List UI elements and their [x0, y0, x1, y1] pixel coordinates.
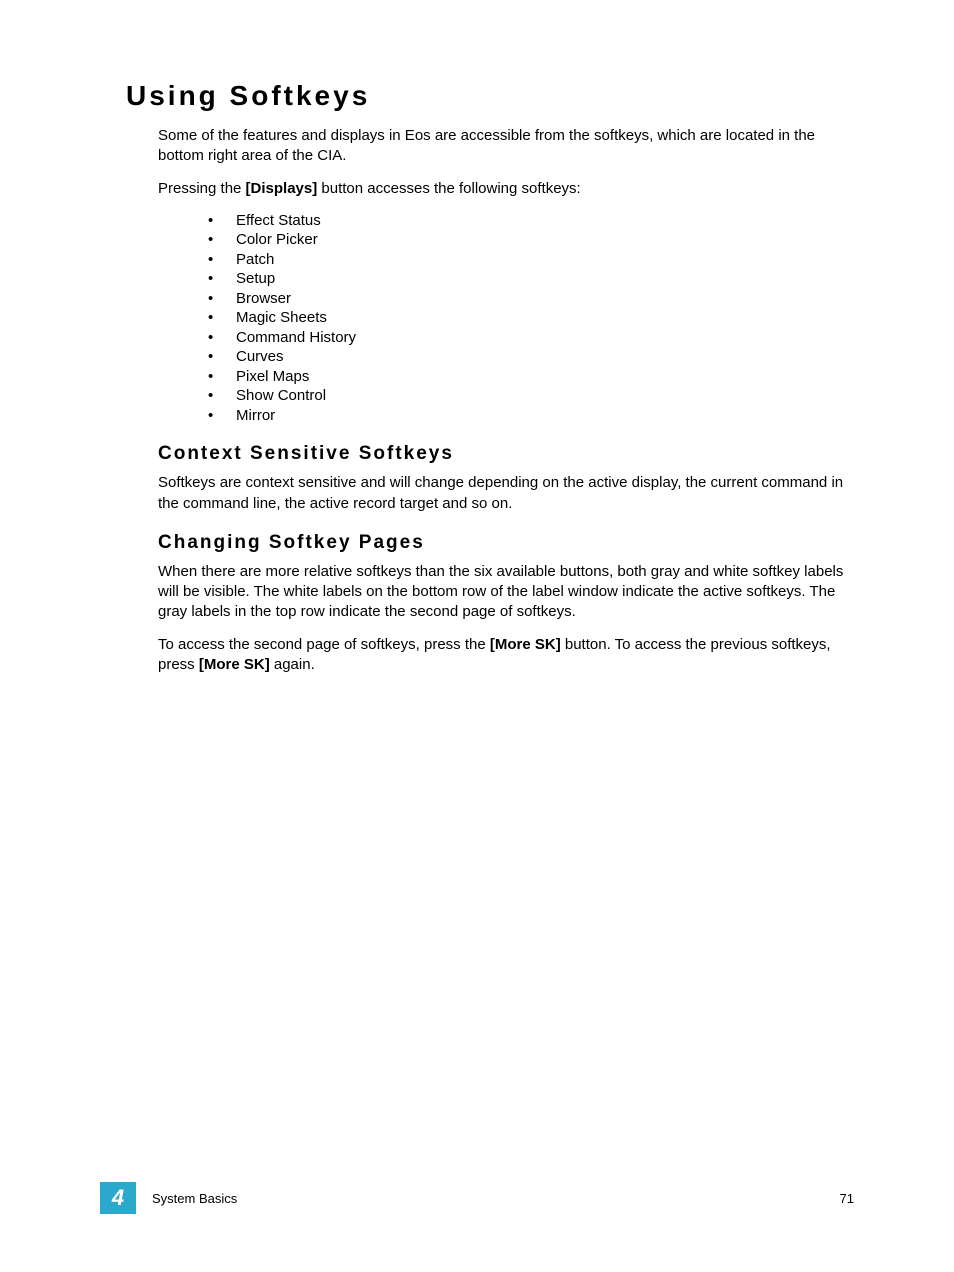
pressing-post: button accesses the following softkeys:: [317, 180, 580, 197]
pressing-pre: Pressing the: [158, 180, 246, 197]
list-item: Pixel Maps: [208, 367, 854, 387]
chapter-badge: 4: [100, 1182, 136, 1214]
list-item: Setup: [208, 269, 854, 289]
pressing-paragraph: Pressing the [Displays] button accesses …: [158, 179, 854, 199]
changing-post: again.: [270, 656, 315, 673]
main-heading: Using Softkeys: [126, 80, 854, 112]
list-item: Curves: [208, 347, 854, 367]
list-item: Color Picker: [208, 230, 854, 250]
list-item: Effect Status: [208, 211, 854, 231]
softkeys-list: Effect Status Color Picker Patch Setup B…: [208, 211, 854, 426]
intro-paragraph: Some of the features and displays in Eos…: [158, 126, 854, 167]
displays-button-ref: [Displays]: [246, 180, 318, 197]
changing-paragraph-2: To access the second page of softkeys, p…: [158, 635, 854, 676]
context-paragraph: Softkeys are context sensitive and will …: [158, 473, 854, 514]
more-sk-ref-2: [More SK]: [199, 656, 270, 673]
list-item: Command History: [208, 328, 854, 348]
list-item: Browser: [208, 289, 854, 309]
footer-section-label: System Basics: [152, 1191, 237, 1206]
changing-pre: To access the second page of softkeys, p…: [158, 636, 490, 653]
context-heading: Context Sensitive Softkeys: [158, 443, 854, 465]
list-item: Patch: [208, 250, 854, 270]
changing-heading: Changing Softkey Pages: [158, 532, 854, 554]
list-item: Magic Sheets: [208, 308, 854, 328]
footer-left: 4 System Basics: [100, 1182, 237, 1214]
more-sk-ref-1: [More SK]: [490, 636, 561, 653]
list-item: Show Control: [208, 386, 854, 406]
list-item: Mirror: [208, 406, 854, 426]
page-footer: 4 System Basics 71: [0, 1182, 954, 1214]
page-content: Using Softkeys Some of the features and …: [0, 0, 954, 675]
page-number: 71: [840, 1191, 854, 1206]
changing-paragraph-1: When there are more relative softkeys th…: [158, 562, 854, 623]
